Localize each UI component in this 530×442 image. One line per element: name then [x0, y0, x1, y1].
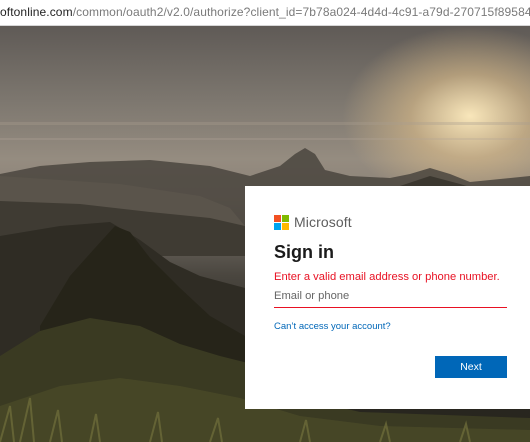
logo-blue-square	[274, 222, 281, 230]
email-field[interactable]	[274, 288, 507, 308]
logo-yellow-square	[282, 222, 289, 230]
address-bar[interactable]: oftonline.com/common/oauth2/v2.0/authori…	[0, 0, 530, 26]
error-message: Enter a valid email address or phone num…	[274, 271, 500, 283]
url-path: /common/oauth2/v2.0/authorize?client_id=…	[72, 5, 530, 19]
signin-card: Microsoft Sign in Enter a valid email ad…	[245, 186, 530, 409]
logo-green-square	[282, 214, 289, 222]
logo-red-square	[274, 214, 281, 222]
cant-access-account-link[interactable]: Can’t access your account?	[274, 321, 508, 333]
brand: Microsoft	[274, 213, 508, 231]
brand-name: Microsoft	[294, 214, 352, 230]
page-title: Sign in	[274, 242, 334, 262]
url-host: oftonline.com	[0, 5, 73, 19]
address-bar-url[interactable]: oftonline.com/common/oauth2/v2.0/authori…	[0, 5, 530, 19]
microsoft-logo-icon	[274, 214, 289, 230]
next-button[interactable]: Next	[435, 356, 507, 378]
